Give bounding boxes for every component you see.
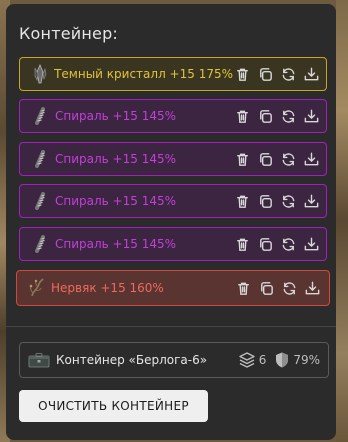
download-icon[interactable] <box>302 150 320 168</box>
spiral-icon <box>29 233 51 255</box>
swap-icon[interactable] <box>279 65 297 83</box>
trash-icon[interactable] <box>233 150 251 168</box>
container-slots: 6 <box>238 351 267 369</box>
divider <box>6 326 336 327</box>
swap-icon[interactable] <box>279 107 297 125</box>
crystal-icon <box>29 63 50 85</box>
download-icon[interactable] <box>303 279 321 297</box>
container-case-icon <box>28 352 50 368</box>
item-actions <box>233 192 320 210</box>
swap-icon[interactable] <box>279 150 297 168</box>
item-label: Спираль +15 145% <box>55 109 176 123</box>
trash-icon[interactable] <box>234 279 252 297</box>
copy-icon[interactable] <box>257 279 275 297</box>
shield-icon <box>276 352 289 368</box>
panel-title: Контейнер: <box>19 24 119 43</box>
copy-icon[interactable] <box>256 235 274 253</box>
container-protection: 79% <box>274 351 320 369</box>
item-actions <box>233 107 320 125</box>
spiral-icon <box>29 105 51 127</box>
trash-icon[interactable] <box>233 65 251 83</box>
trash-icon[interactable] <box>233 192 251 210</box>
item-row[interactable]: Спираль +15 145% <box>19 227 327 261</box>
item-row[interactable]: Спираль +15 145% <box>19 99 327 133</box>
copy-icon[interactable] <box>256 192 274 210</box>
background-right <box>336 0 348 442</box>
swap-icon[interactable] <box>280 279 298 297</box>
spiral-icon <box>29 148 51 170</box>
trash-icon[interactable] <box>233 235 251 253</box>
item-label: Нервяк +15 160% <box>51 281 164 295</box>
download-icon[interactable] <box>302 192 320 210</box>
spiral-icon <box>29 190 51 212</box>
copy-icon[interactable] <box>256 150 274 168</box>
download-icon[interactable] <box>302 235 320 253</box>
copy-icon[interactable] <box>256 65 274 83</box>
copy-icon[interactable] <box>256 107 274 125</box>
item-label: Спираль +15 145% <box>55 194 176 208</box>
swap-icon[interactable] <box>279 235 297 253</box>
item-actions <box>233 235 320 253</box>
container-name: Контейнер «Берлога-6» <box>56 353 208 367</box>
item-actions <box>233 150 320 168</box>
container-panel: Контейнер: Темный кристалл +15 175% Спир… <box>6 4 336 440</box>
nervyak-icon <box>25 277 47 299</box>
item-row[interactable]: Нервяк +15 160% <box>16 270 330 306</box>
item-row[interactable]: Темный кристалл +15 175% <box>19 57 327 91</box>
download-icon[interactable] <box>302 107 320 125</box>
download-icon[interactable] <box>302 65 320 83</box>
item-label: Спираль +15 145% <box>55 237 176 251</box>
clear-container-button[interactable]: ОЧИСТИТЬ КОНТЕЙНЕР <box>19 390 208 422</box>
layers-icon <box>238 352 255 368</box>
item-row[interactable]: Спираль +15 145% <box>19 184 327 218</box>
item-row[interactable]: Спираль +15 145% <box>19 142 327 176</box>
item-label: Спираль +15 145% <box>55 152 176 166</box>
item-actions <box>233 65 320 83</box>
item-label: Темный кристалл +15 175% <box>54 67 233 81</box>
trash-icon[interactable] <box>233 107 251 125</box>
item-actions <box>234 279 321 297</box>
swap-icon[interactable] <box>279 192 297 210</box>
container-protection-value: 79% <box>293 353 320 367</box>
container-slots-value: 6 <box>258 353 267 367</box>
container-info[interactable]: Контейнер «Берлога-6» 6 79% <box>19 342 329 378</box>
